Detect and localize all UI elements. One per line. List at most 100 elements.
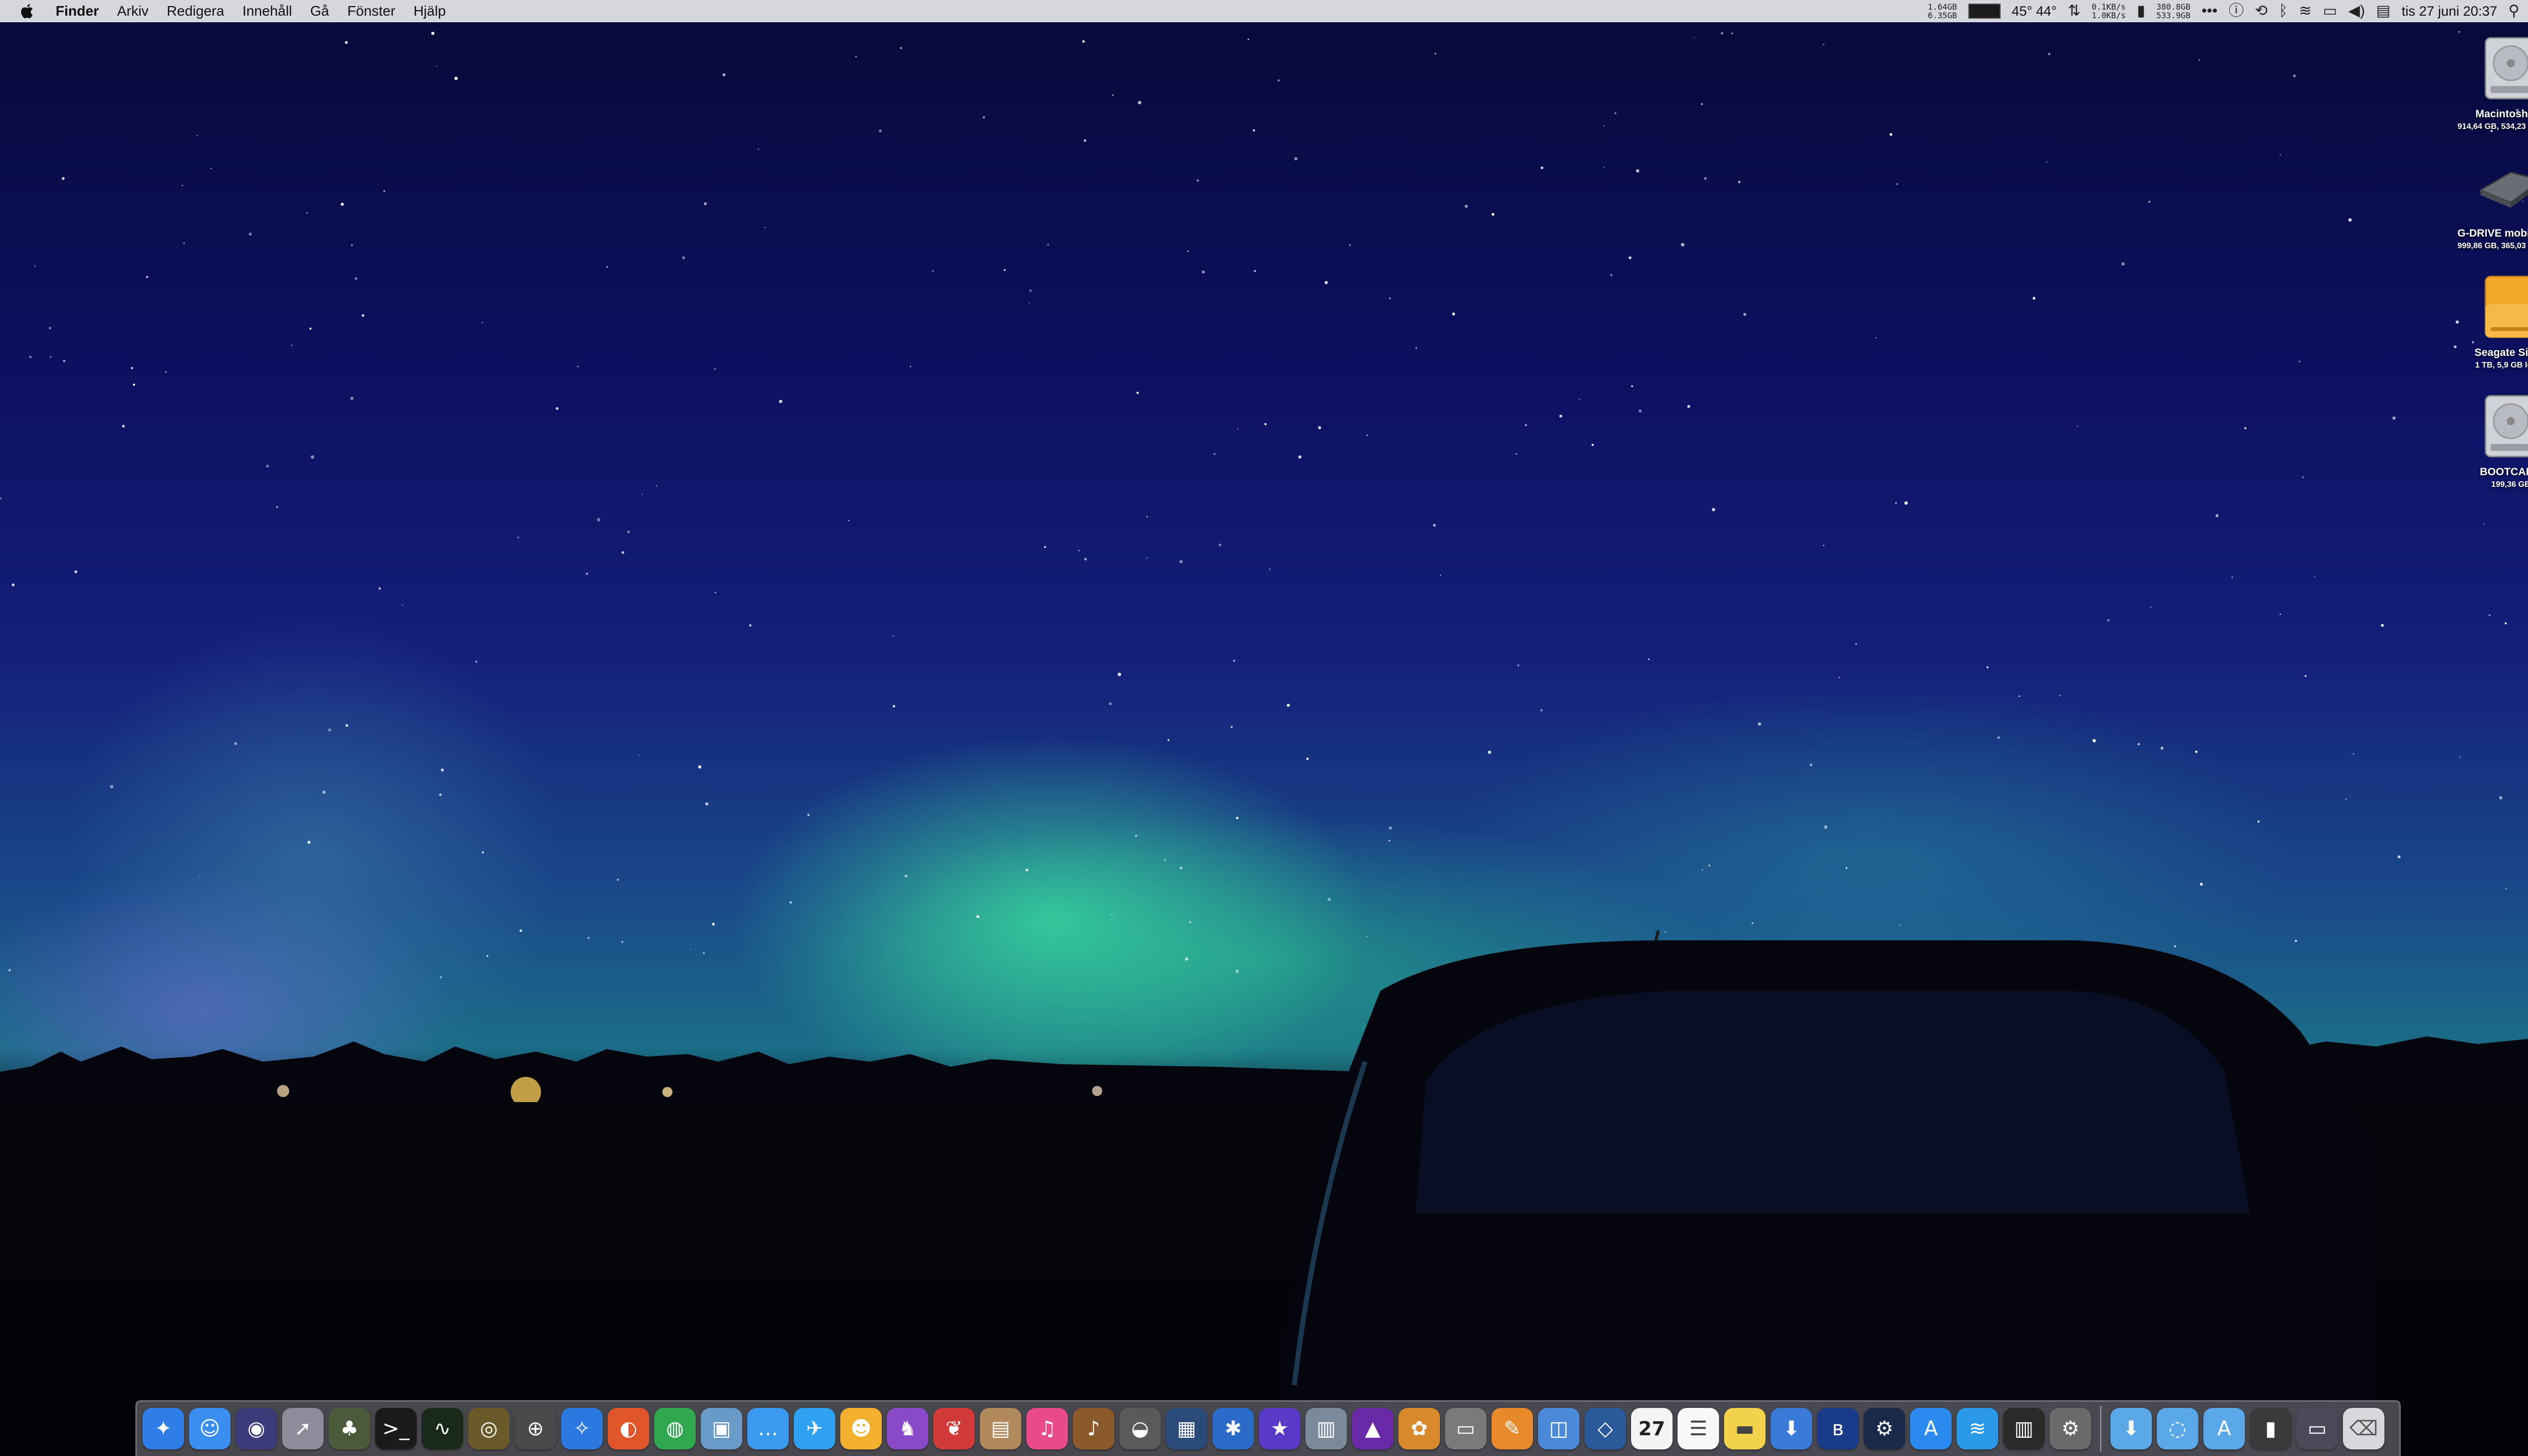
notes-icon[interactable]: ▬ [1724,1408,1766,1449]
star [519,929,522,932]
menu-arkiv[interactable]: Arkiv [117,3,149,19]
preview-icon[interactable]: ▣ [701,1408,742,1449]
network-radar-icon[interactable]: ⊕ [515,1408,556,1449]
star [698,765,702,769]
affinity-icon[interactable]: ▲ [1352,1408,1393,1449]
wifi-icon[interactable]: ≋ [2299,4,2312,19]
airplay-icon[interactable]: ▭ [2323,4,2337,19]
activity-monitor-icon[interactable]: ∿ [422,1408,463,1449]
star [1029,289,1032,292]
star [2092,739,2096,743]
cartoon-app-icon[interactable]: ☻ [840,1408,882,1449]
pages-icon[interactable]: ✎ [1492,1408,1533,1449]
menu-app-finder[interactable]: Finder [56,3,99,19]
star [690,948,691,949]
print-icon[interactable]: ▥ [1305,1408,1347,1449]
apple-menu-icon[interactable] [19,3,36,20]
wifi-utility-icon[interactable]: ≋ [1957,1408,1998,1449]
calendar-icon[interactable]: 27 [1631,1408,1673,1449]
safari-icon[interactable]: ✧ [561,1408,603,1449]
alien-app-icon[interactable]: ♣ [329,1408,370,1449]
screenshots-stack-icon[interactable]: ▭ [2296,1408,2338,1449]
finder-icon[interactable]: ☺ [189,1408,231,1449]
chrome-icon[interactable]: ◍ [654,1408,696,1449]
menu-fonster[interactable]: Fönster [347,3,395,19]
star [2048,53,2051,56]
star [1492,213,1495,216]
menu-redigera[interactable]: Redigera [167,3,224,19]
downloads-folder-icon[interactable]: ⬇ [2110,1408,2152,1449]
keyboard-input-icon[interactable]: ▤ [2376,4,2390,19]
desktop-drive-g-drive[interactable]: G-DRIVE mobile USB 999,86 GB, 365,03 GB … [2440,150,2528,251]
star [266,465,269,468]
reminders-icon[interactable]: ☰ [1678,1408,1719,1449]
messages-icon[interactable]: … [747,1408,789,1449]
keyboard-app-icon[interactable]: ▦ [1166,1408,1207,1449]
star [1638,409,1642,413]
star [1487,750,1492,754]
midi-keyboard-icon[interactable]: ▥ [2003,1408,2045,1449]
star [354,277,357,280]
itunes-icon[interactable]: ♫ [1026,1408,1068,1449]
menu-hjalp[interactable]: Hjälp [414,3,446,19]
menu-ga[interactable]: Gå [310,3,329,19]
star [1044,546,1046,548]
system-preferences-icon[interactable]: ⚙ [2050,1408,2091,1449]
time-machine-icon[interactable]: ⟲ [2255,4,2268,19]
imovie-icon[interactable]: ★ [1259,1408,1300,1449]
memory-stats-icon[interactable]: 1.64GB 6.35GB [1928,3,1957,20]
bluetooth-icon[interactable]: ᛒ [2279,4,2288,19]
star [1687,405,1690,408]
disk-stats[interactable]: 380.8GB 533.9GB [2156,3,2190,20]
launchpad-icon[interactable]: ➚ [282,1408,324,1449]
ellipsis-icon[interactable]: ••• [2201,4,2218,19]
app-store-icon[interactable]: A [1910,1408,1952,1449]
desktop-drive-bootcamp[interactable]: BOOTCAMP 199,36 GB [2440,388,2528,489]
terminal-icon[interactable]: >_ [375,1408,417,1449]
red-leaf-icon[interactable]: ❦ [933,1408,975,1449]
instruments-icon[interactable]: ♪ [1073,1408,1114,1449]
star [1810,763,1813,766]
desktop-drive-macintosh-hd[interactable]: Macintosh HD 914,64 GB, 534,23 GB ledigt [2440,30,2528,131]
spotlight-icon[interactable]: ⚲ [2508,4,2519,19]
star [1751,922,1753,924]
trash-icon[interactable]: ⌫ [2343,1408,2384,1449]
volume-icon[interactable]: ◀) [2349,4,2365,19]
installer-icon[interactable]: ⬇ [1771,1408,1812,1449]
remote-desktop-icon[interactable]: ◫ [1538,1408,1579,1449]
photos-icon[interactable]: ✿ [1398,1408,1440,1449]
drive-name: Macintosh HD [2475,108,2528,120]
steam-icon[interactable]: ⚙ [1864,1408,1905,1449]
documents-folder-icon[interactable]: ◌ [2157,1408,2198,1449]
xcode-icon[interactable]: ✱ [1212,1408,1254,1449]
star [641,493,643,495]
stack-folder-icon[interactable]: ▮ [2250,1408,2291,1449]
siri-icon[interactable]: ◉ [236,1408,277,1449]
purple-app-icon[interactable]: ♞ [887,1408,928,1449]
star [606,266,608,268]
star [345,724,348,727]
info-icon[interactable]: ⓘ [2229,4,2244,19]
virtualbox-icon[interactable]: ◇ [1585,1408,1626,1449]
star [1179,560,1183,564]
contacts-icon[interactable]: ▤ [980,1408,1021,1449]
star [982,116,985,119]
memory-used: 1.64GB [1927,2,1957,12]
safari-compass-icon[interactable]: ✦ [143,1408,184,1449]
dvd-player-icon[interactable]: ◒ [1119,1408,1161,1449]
blizzard-icon[interactable]: ʙ [1817,1408,1859,1449]
applications-folder-icon[interactable]: A [2203,1408,2245,1449]
firefox-icon[interactable]: ◐ [608,1408,649,1449]
disk-utility-icon[interactable]: ◎ [468,1408,510,1449]
notebook-icon[interactable]: ▭ [1445,1408,1486,1449]
temperature-icon[interactable] [1968,4,2001,19]
desktop-drive-seagate-silver[interactable]: Seagate Silver 1 TB, 5,9 GB ledigt [2440,269,2528,370]
menu-innehall[interactable]: Innehåll [242,3,292,19]
temperature-readout[interactable]: 45° 44° [2012,4,2057,19]
menu-clock[interactable]: tis 27 juni 20:37 [2402,4,2497,19]
star [932,270,934,272]
star [110,785,114,789]
star [234,742,237,745]
twitter-icon[interactable]: ✈ [794,1408,835,1449]
network-stats[interactable]: 0.1KB/s 1.0KB/s [2092,3,2126,20]
